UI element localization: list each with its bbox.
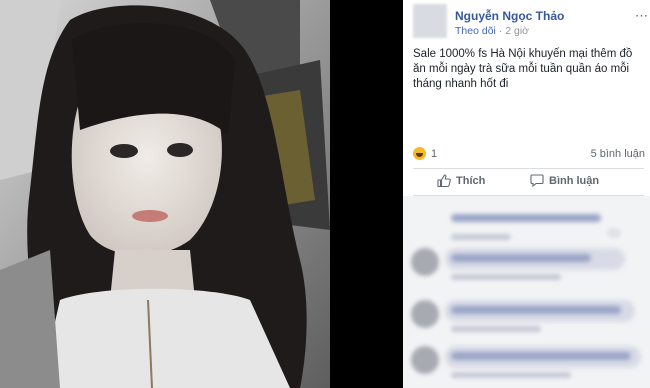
blurred-comment-actions — [451, 326, 541, 332]
blurred-comment-text — [451, 254, 591, 262]
post-time[interactable]: 2 giờ — [505, 25, 529, 37]
blurred-comment-actions — [451, 372, 571, 378]
action-bar: Thích Bình luận — [403, 170, 650, 358]
more-options-icon[interactable]: ⋯ — [635, 8, 648, 24]
haha-icon — [413, 147, 426, 160]
blurred-comment-text — [451, 214, 601, 222]
post-panel: Nguyễn Ngọc Thảo Theo dõi · 2 giờ ⋯ Sale… — [403, 0, 650, 388]
comments-count-link[interactable]: 5 bình luận — [571, 148, 645, 160]
reaction-summary[interactable]: 1 — [413, 147, 437, 160]
follow-link[interactable]: Theo dõi — [455, 25, 496, 37]
blurred-reaction — [607, 228, 621, 238]
comment-label: Bình luận — [549, 174, 600, 187]
blurred-comment-actions — [451, 274, 561, 280]
commenter-avatar[interactable] — [411, 300, 439, 328]
blurred-comment-text — [451, 306, 621, 314]
post-photo[interactable] — [0, 0, 330, 388]
post-meta: Theo dõi · 2 giờ — [455, 25, 529, 37]
post-text: Sale 1000% fs Hà Nội khuyến mại thêm đồ … — [413, 48, 633, 90]
comment-item — [411, 342, 645, 382]
comment-bubble-icon — [530, 174, 544, 187]
comment-item — [411, 296, 645, 336]
thumbs-up-icon — [437, 174, 451, 187]
reaction-count: 1 — [431, 147, 438, 160]
divider — [413, 168, 644, 169]
commenter-avatar[interactable] — [411, 248, 439, 276]
blurred-comment-actions — [451, 234, 511, 240]
meta-separator: · — [495, 25, 506, 37]
portrait-illustration — [0, 0, 330, 388]
author-name-link[interactable]: Nguyễn Ngọc Thảo — [455, 9, 564, 23]
blurred-comment-text — [451, 352, 631, 360]
like-button[interactable]: Thích — [437, 174, 485, 187]
commenter-avatar[interactable] — [411, 346, 439, 374]
comment-item — [411, 204, 645, 244]
comment-item — [411, 244, 645, 284]
comment-button[interactable]: Bình luận — [530, 174, 599, 187]
author-avatar[interactable] — [413, 4, 447, 38]
comments-section — [403, 196, 650, 388]
photo-viewer: Nguyễn Ngọc Thảo Theo dõi · 2 giờ ⋯ Sale… — [0, 0, 650, 388]
like-label: Thích — [456, 174, 486, 187]
